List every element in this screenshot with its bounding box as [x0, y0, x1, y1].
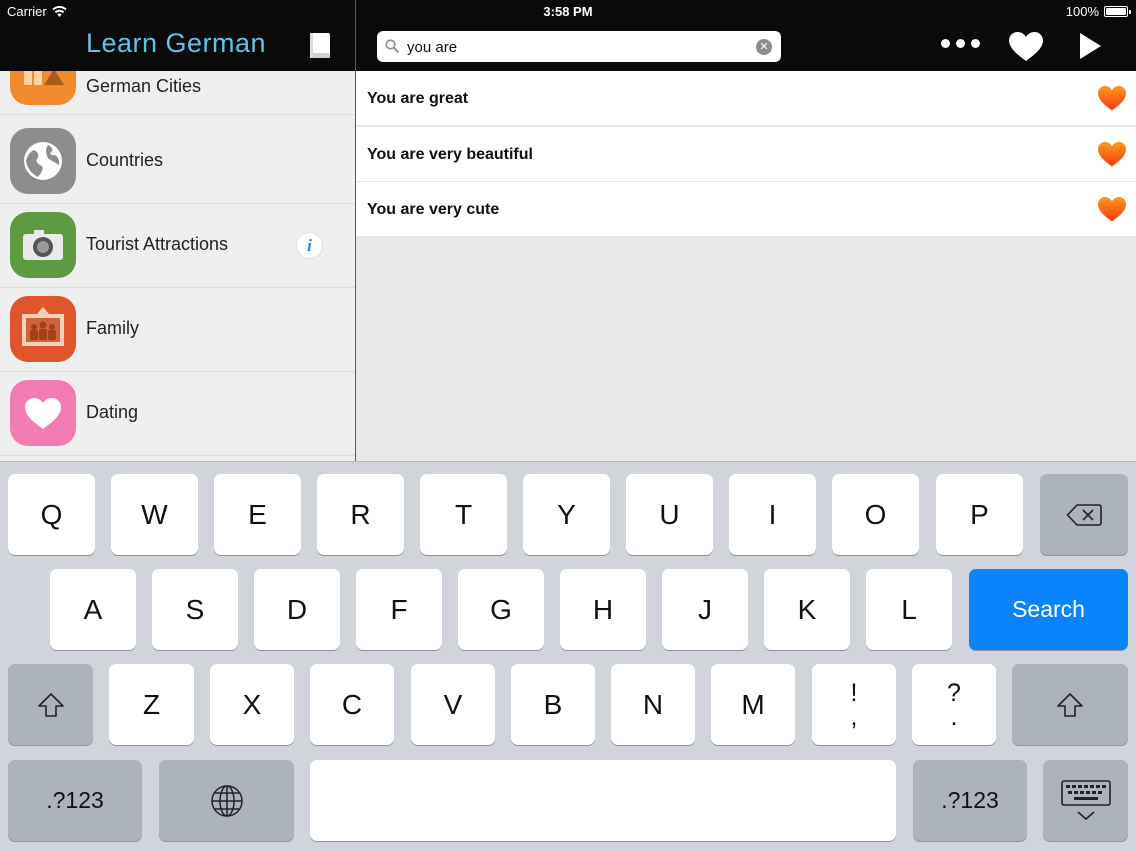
sidebar-item-label: Countries: [86, 150, 164, 170]
sidebar-item-family[interactable]: Family: [0, 288, 355, 372]
key-b[interactable]: B: [511, 664, 595, 745]
shift-icon: [1057, 692, 1083, 717]
heart-icon: [10, 380, 76, 446]
info-icon[interactable]: i: [296, 232, 323, 259]
top-bar: Carrier 3:58 PM 100% Learn German ✕: [0, 0, 1136, 71]
key-s[interactable]: S: [152, 569, 238, 650]
result-row[interactable]: You are great: [356, 71, 1136, 126]
key-bottom-char: .: [950, 702, 958, 731]
status-time: 3:58 PM: [543, 4, 593, 19]
battery-label: 100%: [1065, 4, 1099, 19]
key-a[interactable]: A: [50, 569, 136, 650]
globe-icon: [210, 784, 243, 817]
key-d[interactable]: D: [254, 569, 340, 650]
app-title: Learn German: [85, 28, 267, 58]
key-x[interactable]: X: [210, 664, 294, 745]
result-text: You are great: [367, 90, 469, 107]
sidebar-item-label: Dating: [86, 402, 139, 422]
key-question-period[interactable]: ? .: [912, 664, 996, 745]
sidebar-item-dating[interactable]: Dating: [0, 372, 355, 456]
shift-icon: [37, 692, 64, 717]
key-y[interactable]: Y: [523, 474, 610, 555]
key-v[interactable]: V: [411, 664, 495, 745]
category-sidebar: German Cities Countries Tourist Attracti…: [0, 71, 355, 461]
hide-keyboard-icon: [1060, 779, 1111, 820]
backspace-key[interactable]: [1040, 474, 1128, 555]
search-field[interactable]: ✕: [377, 31, 781, 62]
shift-key-left[interactable]: [8, 664, 93, 745]
family-picture-icon: [10, 296, 76, 362]
battery-icon: [1104, 6, 1131, 17]
favorites-heart-icon[interactable]: [1008, 31, 1044, 63]
key-exclaim-comma[interactable]: ! ,: [812, 664, 896, 745]
key-z[interactable]: Z: [109, 664, 194, 745]
search-results: You are great You are very beautiful You…: [356, 71, 1136, 461]
key-p[interactable]: P: [936, 474, 1023, 555]
key-w[interactable]: W: [111, 474, 198, 555]
key-k[interactable]: K: [764, 569, 850, 650]
dismiss-keyboard-key[interactable]: [1043, 760, 1128, 841]
key-q[interactable]: Q: [8, 474, 95, 555]
result-row[interactable]: You are very beautiful: [356, 127, 1136, 182]
key-i[interactable]: I: [729, 474, 816, 555]
key-t[interactable]: T: [420, 474, 507, 555]
more-options-icon[interactable]: [941, 39, 980, 48]
key-top-char: ?: [947, 678, 961, 707]
favorite-heart-icon[interactable]: [1097, 141, 1127, 168]
search-input[interactable]: [407, 35, 747, 59]
sidebar-item-german-cities[interactable]: German Cities: [0, 71, 355, 115]
clear-search-icon[interactable]: ✕: [756, 39, 772, 55]
sidebar-item-tourist-attractions[interactable]: Tourist Attractions i: [0, 204, 355, 288]
key-o[interactable]: O: [832, 474, 919, 555]
play-icon[interactable]: [1080, 33, 1101, 59]
globe-key[interactable]: [159, 760, 294, 841]
globe-icon: [10, 128, 76, 194]
search-key[interactable]: Search: [969, 569, 1128, 650]
battery-status: 100%: [1065, 4, 1131, 19]
key-h[interactable]: H: [560, 569, 646, 650]
key-m[interactable]: M: [711, 664, 795, 745]
sidebar-item-label: German Cities: [86, 76, 202, 96]
result-row[interactable]: You are very cute: [356, 182, 1136, 237]
result-text: You are very beautiful: [367, 146, 533, 163]
numbers-key-right[interactable]: .?123: [913, 760, 1027, 841]
space-key[interactable]: [310, 760, 896, 841]
numbers-key-left[interactable]: .?123: [8, 760, 142, 841]
key-l[interactable]: L: [866, 569, 952, 650]
favorite-heart-icon[interactable]: [1097, 85, 1127, 112]
key-f[interactable]: F: [356, 569, 442, 650]
key-bottom-char: ,: [850, 702, 858, 731]
result-text: You are very cute: [367, 201, 500, 218]
status-bar: Carrier 3:58 PM 100%: [0, 0, 1136, 22]
on-screen-keyboard: Q W E R T Y U I O P A S D F G H J K L Se…: [0, 461, 1136, 852]
favorite-heart-icon[interactable]: [1097, 196, 1127, 223]
sidebar-item-label: Family: [86, 318, 139, 338]
backspace-icon: [1066, 503, 1102, 526]
key-u[interactable]: U: [626, 474, 713, 555]
key-c[interactable]: C: [310, 664, 394, 745]
key-g[interactable]: G: [458, 569, 544, 650]
sidebar-item-label: Tourist Attractions: [86, 234, 229, 254]
shift-key-right[interactable]: [1012, 664, 1128, 745]
sidebar-item-countries[interactable]: Countries: [0, 120, 355, 204]
key-e[interactable]: E: [214, 474, 301, 555]
key-r[interactable]: R: [317, 474, 404, 555]
search-icon: [385, 39, 399, 53]
buildings-icon: [10, 71, 76, 105]
key-j[interactable]: J: [662, 569, 748, 650]
key-top-char: !: [850, 678, 858, 707]
key-n[interactable]: N: [611, 664, 695, 745]
book-icon[interactable]: [308, 32, 332, 60]
camera-icon: [10, 212, 76, 278]
